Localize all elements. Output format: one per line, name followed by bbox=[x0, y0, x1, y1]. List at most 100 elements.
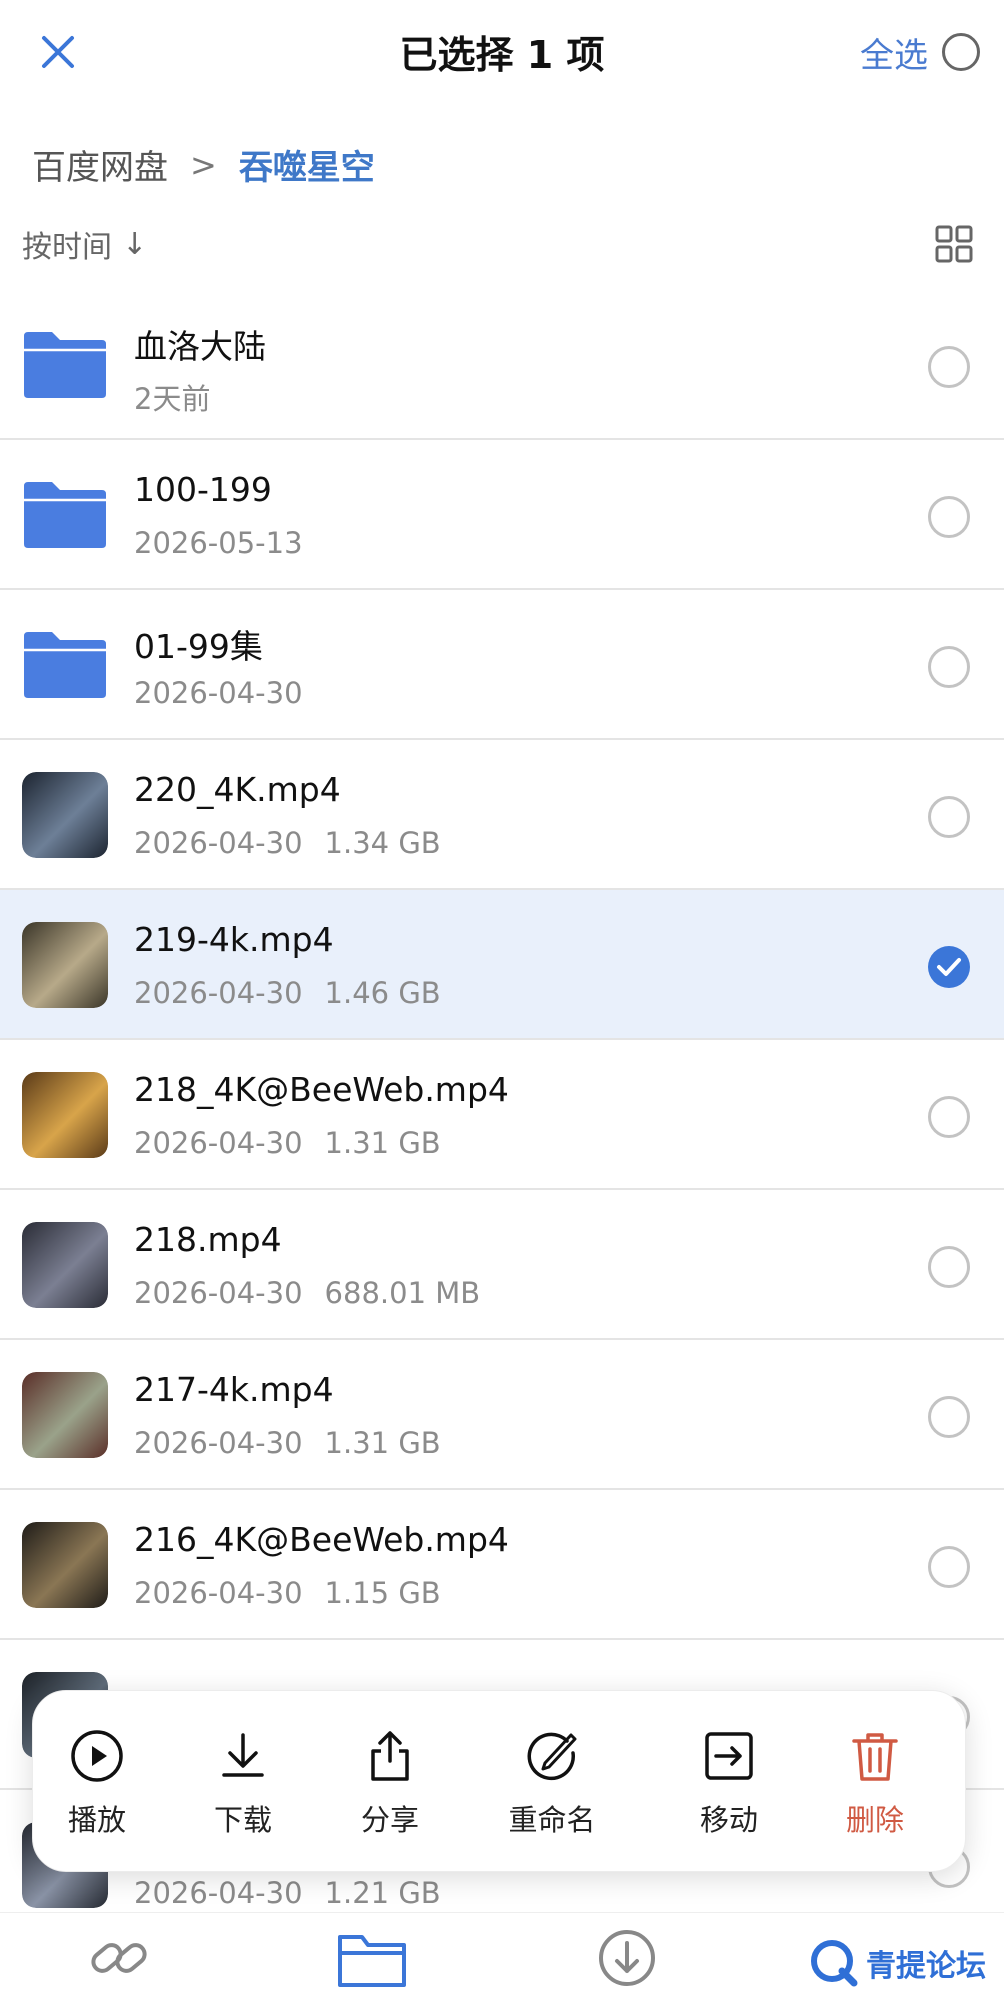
play-button[interactable]: 播放 bbox=[37, 1727, 157, 1839]
sort-button[interactable]: 按时间 ↓ bbox=[22, 222, 147, 266]
delete-button[interactable]: 删除 bbox=[815, 1727, 935, 1839]
download-icon bbox=[222, 1733, 264, 1777]
file-meta: 2026-04-30 1.46 GB bbox=[134, 976, 441, 1010]
unchecked-circle-icon[interactable] bbox=[928, 1246, 970, 1288]
file-date: 2026-04-30 bbox=[134, 1426, 303, 1460]
video-thumbnail bbox=[22, 922, 108, 1008]
file-row[interactable]: 220_4K.mp4 2026-04-30 1.34 GB bbox=[0, 740, 1004, 890]
file-name: 218.mp4 bbox=[134, 1220, 282, 1259]
file-date: 2026-05-13 bbox=[134, 526, 303, 560]
file-size: 1.31 GB bbox=[324, 1426, 441, 1460]
file-meta: 2026-04-30 bbox=[134, 676, 325, 710]
file-row[interactable]: 219-4k.mp4 2026-04-30 1.46 GB bbox=[0, 890, 1004, 1040]
unchecked-circle-icon[interactable] bbox=[928, 646, 970, 688]
file-name: 100-199 bbox=[134, 470, 272, 509]
unchecked-circle-icon[interactable] bbox=[928, 1396, 970, 1438]
breadcrumb: 百度网盘 > 吞噬星空 bbox=[32, 140, 375, 189]
download-label: 下载 bbox=[213, 1803, 272, 1837]
play-icon bbox=[71, 1730, 123, 1782]
file-row[interactable]: 血洛大陆 2天前 bbox=[0, 290, 1004, 440]
file-date: 2026-04-30 bbox=[134, 1576, 303, 1610]
file-size: 1.34 GB bbox=[324, 826, 441, 860]
breadcrumb-current: 吞噬星空 bbox=[238, 148, 375, 188]
folder-icon bbox=[22, 622, 108, 708]
play-label: 播放 bbox=[67, 1803, 126, 1837]
file-name: 217-4k.mp4 bbox=[134, 1370, 334, 1409]
video-thumbnail bbox=[22, 1372, 108, 1458]
file-meta: 2026-04-30 1.21 GB bbox=[134, 1876, 441, 1910]
folder-tab-icon[interactable] bbox=[334, 1923, 410, 1993]
file-size: 1.31 GB bbox=[324, 1126, 441, 1160]
download-button[interactable]: 下载 bbox=[183, 1727, 303, 1839]
file-size: 688.01 MB bbox=[324, 1276, 481, 1310]
file-date: 2天前 bbox=[134, 382, 211, 416]
file-row[interactable]: 216_4K@BeeWeb.mp4 2026-04-30 1.15 GB bbox=[0, 1490, 1004, 1640]
trash-icon bbox=[852, 1733, 898, 1781]
folder-icon bbox=[22, 472, 108, 558]
watermark-logo-icon bbox=[811, 1940, 858, 1987]
file-size: 1.21 GB bbox=[324, 1876, 441, 1910]
file-meta: 2026-04-30 1.15 GB bbox=[134, 1576, 441, 1610]
file-size: 1.46 GB bbox=[324, 976, 441, 1010]
file-date: 2026-04-30 bbox=[134, 976, 303, 1010]
file-name: 219-4k.mp4 bbox=[134, 920, 334, 959]
unchecked-circle-icon[interactable] bbox=[928, 346, 970, 388]
delete-label: 删除 bbox=[845, 1803, 904, 1837]
sort-direction-icon: ↓ bbox=[122, 226, 148, 262]
file-meta: 2026-04-30 688.01 MB bbox=[134, 1276, 480, 1310]
unchecked-circle-icon[interactable] bbox=[928, 796, 970, 838]
breadcrumb-root[interactable]: 百度网盘 bbox=[32, 140, 168, 189]
file-date: 2026-04-30 bbox=[134, 1126, 303, 1160]
page-title: 已选择 1 项 bbox=[399, 33, 605, 77]
watermark-text: 青提论坛 bbox=[866, 1949, 986, 1984]
breadcrumb-separator: > bbox=[190, 145, 217, 184]
link-icon[interactable] bbox=[84, 1923, 154, 1993]
unchecked-circle-icon[interactable] bbox=[928, 496, 970, 538]
file-meta: 2026-04-30 1.31 GB bbox=[134, 1126, 441, 1160]
share-icon bbox=[371, 1731, 409, 1781]
forum-watermark: 青提论坛 bbox=[808, 1937, 986, 1989]
move-label: 移动 bbox=[699, 1803, 758, 1837]
sort-label: 按时间 bbox=[22, 230, 112, 265]
checked-circle-icon[interactable] bbox=[928, 946, 970, 988]
file-meta: 2天前 bbox=[134, 376, 232, 418]
file-size: 1.15 GB bbox=[324, 1576, 441, 1610]
transfer-download-icon[interactable] bbox=[592, 1923, 662, 1993]
unchecked-circle-icon[interactable] bbox=[928, 1546, 970, 1588]
file-date: 2026-04-30 bbox=[134, 1276, 303, 1310]
file-meta: 2026-05-13 bbox=[134, 526, 325, 560]
file-name: 220_4K.mp4 bbox=[134, 770, 341, 809]
video-thumbnail bbox=[22, 772, 108, 858]
file-date: 2026-04-30 bbox=[134, 826, 303, 860]
grid-view-icon[interactable] bbox=[934, 224, 974, 264]
video-thumbnail bbox=[22, 1072, 108, 1158]
file-row[interactable]: 218_4K@BeeWeb.mp4 2026-04-30 1.31 GB bbox=[0, 1040, 1004, 1190]
share-label: 分享 bbox=[360, 1803, 419, 1837]
rename-icon bbox=[527, 1732, 577, 1781]
share-button[interactable]: 分享 bbox=[330, 1727, 450, 1839]
video-thumbnail bbox=[22, 1222, 108, 1308]
rename-label: 重命名 bbox=[508, 1803, 596, 1837]
file-meta: 2026-04-30 1.34 GB bbox=[134, 826, 441, 860]
move-button[interactable]: 移动 bbox=[669, 1727, 789, 1839]
file-row[interactable]: 100-199 2026-05-13 bbox=[0, 440, 1004, 590]
file-name: 216_4K@BeeWeb.mp4 bbox=[134, 1520, 509, 1559]
file-meta: 2026-04-30 1.31 GB bbox=[134, 1426, 441, 1460]
select-all-button[interactable]: 全选 bbox=[860, 26, 980, 78]
file-date: 2026-04-30 bbox=[134, 676, 303, 710]
file-row[interactable]: 217-4k.mp4 2026-04-30 1.31 GB bbox=[0, 1340, 1004, 1490]
video-thumbnail bbox=[22, 1522, 108, 1608]
file-row[interactable]: 218.mp4 2026-04-30 688.01 MB bbox=[0, 1190, 1004, 1340]
folder-icon bbox=[22, 322, 108, 408]
file-name: 218_4K@BeeWeb.mp4 bbox=[134, 1070, 509, 1109]
select-all-checkbox-icon[interactable] bbox=[942, 33, 980, 71]
rename-button[interactable]: 重命名 bbox=[482, 1727, 622, 1839]
bottom-nav: 青提论坛 bbox=[0, 1912, 1004, 1997]
file-name: 血洛大陆 bbox=[134, 327, 266, 366]
file-name: 01-99集 bbox=[134, 627, 263, 666]
file-row[interactable]: 01-99集 2026-04-30 bbox=[0, 590, 1004, 740]
action-bar: 播放 下载 分享 重命名 移动 删除 bbox=[32, 1690, 966, 1872]
select-all-label: 全选 bbox=[860, 35, 928, 76]
move-icon bbox=[705, 1732, 753, 1780]
unchecked-circle-icon[interactable] bbox=[928, 1096, 970, 1138]
